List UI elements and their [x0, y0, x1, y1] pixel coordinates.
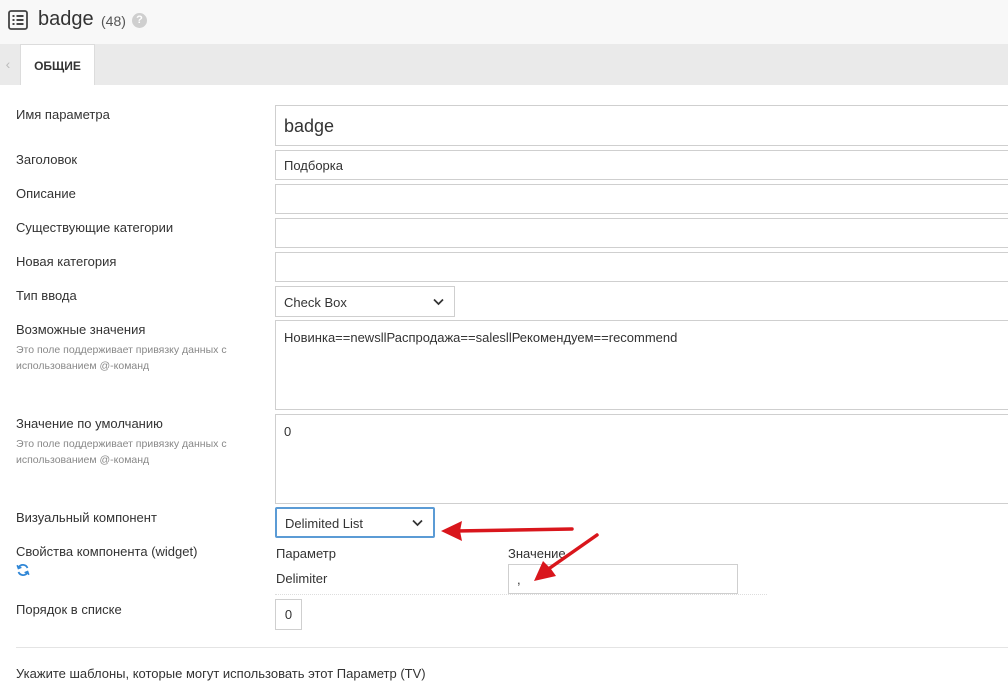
- widget-select[interactable]: Delimited List: [275, 507, 435, 538]
- page-title: badge: [38, 8, 94, 30]
- list-icon: [8, 10, 28, 30]
- delimiter-input[interactable]: ,: [508, 564, 738, 594]
- existing-categories-label: Существующие категории: [16, 220, 174, 235]
- input-options-hint: Это поле поддерживает привязку данных с …: [16, 344, 227, 372]
- input-type-label: Тип ввода: [16, 288, 77, 303]
- existing-categories-input[interactable]: [275, 218, 1008, 248]
- name-label: Имя параметра: [16, 107, 110, 122]
- default-value-textarea[interactable]: 0: [275, 414, 1008, 504]
- input-options-label: Возможные значения: [16, 322, 146, 337]
- new-category-input[interactable]: [275, 252, 1008, 282]
- input-options-value: Новинка==newsllРаспродажа==salesllРекоме…: [284, 330, 678, 345]
- description-label: Описание: [16, 186, 76, 201]
- item-count: (48): [101, 13, 126, 29]
- delimiter-value: ,: [517, 572, 521, 587]
- section-divider: [16, 647, 1008, 648]
- caption-label: Заголовок: [16, 152, 78, 167]
- templates-label: Укажите шаблоны, которые могут использов…: [16, 666, 426, 681]
- name-input[interactable]: badge: [275, 105, 1008, 146]
- help-icon[interactable]: ?: [132, 13, 147, 28]
- tabs-bar: ‹ ОБЩИЕ: [0, 44, 1008, 86]
- tab-general[interactable]: ОБЩИЕ: [20, 44, 95, 86]
- chevron-down-icon: [412, 519, 423, 527]
- description-input[interactable]: [275, 184, 1008, 214]
- widget-props-table: Параметр Значение Delimiter ,: [275, 541, 767, 596]
- input-type-value: Check Box: [284, 295, 347, 310]
- rank-input[interactable]: 0: [275, 599, 302, 630]
- table-divider: [275, 594, 767, 595]
- refresh-icon[interactable]: [16, 563, 30, 577]
- default-value-hint: Это поле поддерживает привязку данных с …: [16, 438, 227, 466]
- new-category-label: Новая категория: [16, 254, 117, 269]
- delimiter-param-cell: Delimiter: [276, 571, 328, 586]
- widget-value: Delimited List: [285, 516, 364, 531]
- column-header-value: Значение: [508, 546, 566, 561]
- rank-label: Порядок в списке: [16, 602, 122, 617]
- tab-scroll-left-icon[interactable]: ‹: [0, 44, 16, 85]
- chevron-down-icon: [433, 298, 444, 306]
- header: badge (48) ?: [0, 0, 1008, 44]
- widget-props-label: Свойства компонента (widget): [16, 544, 198, 559]
- default-value-value: 0: [284, 424, 292, 439]
- column-header-param: Параметр: [276, 546, 336, 561]
- input-type-select[interactable]: Check Box: [275, 286, 455, 317]
- default-value-label: Значение по умолчанию: [16, 416, 163, 431]
- input-options-textarea[interactable]: Новинка==newsllРаспродажа==salesllРекоме…: [275, 320, 1008, 410]
- caption-input[interactable]: Подборка: [275, 150, 1008, 180]
- name-value: badge: [284, 116, 335, 136]
- caption-value: Подборка: [284, 158, 343, 173]
- widget-label: Визуальный компонент: [16, 510, 157, 525]
